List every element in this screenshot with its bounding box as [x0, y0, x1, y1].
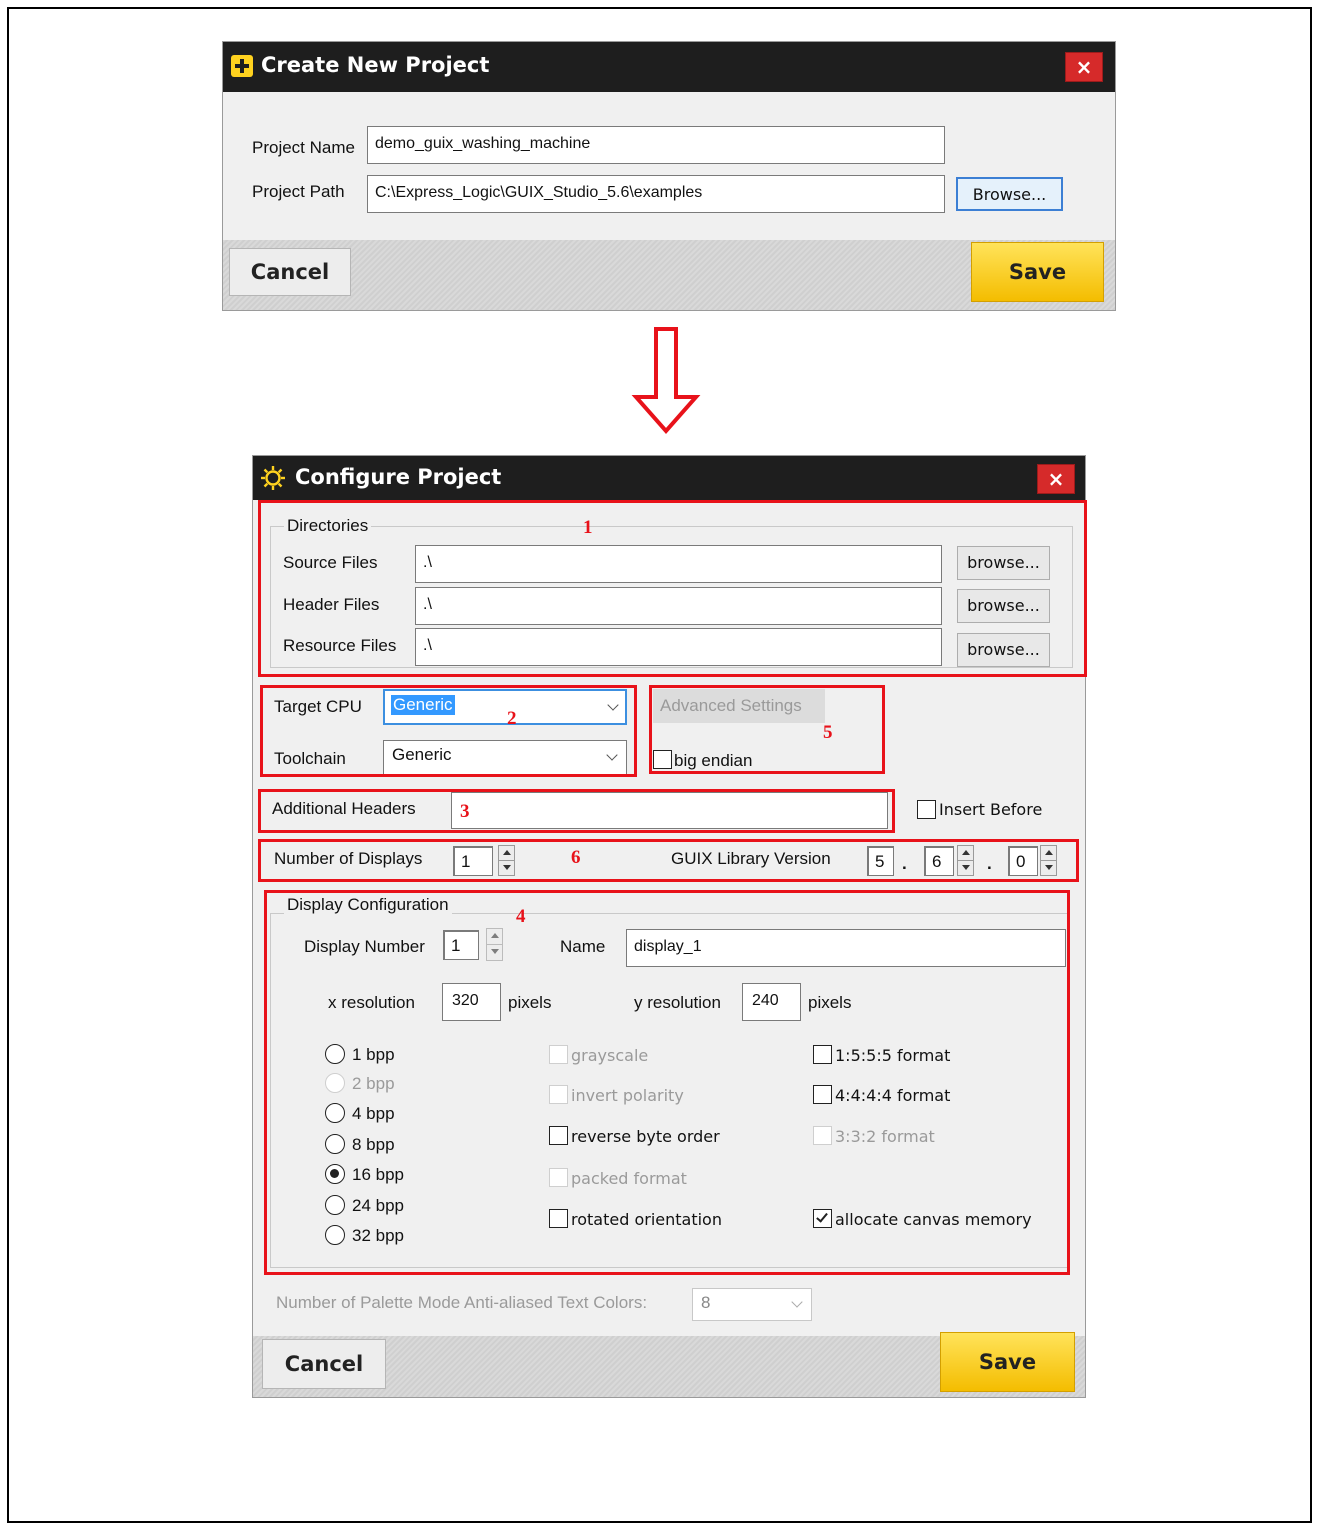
plus-icon [231, 55, 253, 77]
annotation-box-4 [264, 890, 1070, 1275]
annotation-box-3 [258, 789, 895, 833]
annotation-number-3: 3 [460, 801, 470, 822]
configure-dialog-title: Configure Project [295, 465, 502, 489]
configure-dialog-titlebar: Configure Project × [253, 456, 1085, 500]
annotation-number-2: 2 [507, 708, 517, 729]
browse-button[interactable]: Browse... [956, 177, 1063, 211]
create-dialog-title: Create New Project [261, 53, 490, 77]
annotation-box-2 [260, 685, 637, 777]
project-path-label: Project Path [252, 182, 345, 201]
configure-dialog-footer: Cancel Save [253, 1332, 1085, 1397]
annotation-number-1: 1 [583, 517, 593, 538]
annotation-number-4: 4 [516, 906, 526, 927]
close-button[interactable]: × [1065, 52, 1103, 82]
save-button[interactable]: Save [971, 242, 1104, 302]
cancel-button[interactable]: Cancel [229, 248, 351, 296]
project-name-label: Project Name [252, 138, 355, 157]
gear-icon [261, 466, 285, 490]
annotation-number-6: 6 [571, 847, 581, 868]
insert-before-label: Insert Before [939, 800, 1043, 819]
create-project-dialog: Create New Project × Project Name demo_g… [222, 41, 1116, 311]
project-path-field[interactable]: C:\Express_Logic\GUIX_Studio_5.6\example… [367, 175, 945, 213]
configure-project-dialog: Configure Project × Directories Source F… [252, 455, 1087, 1398]
down-arrow-icon [631, 327, 701, 435]
chevron-down-icon [791, 1296, 803, 1308]
palette-colors-label: Number of Palette Mode Anti-aliased Text… [276, 1293, 648, 1312]
insert-before-checkbox[interactable] [917, 800, 936, 819]
annotation-number-5: 5 [823, 722, 833, 743]
annotation-box-1 [258, 500, 1087, 677]
close-button[interactable]: × [1037, 464, 1075, 494]
cancel-button[interactable]: Cancel [262, 1339, 386, 1389]
annotation-box-5 [649, 685, 885, 774]
project-name-field[interactable]: demo_guix_washing_machine [367, 126, 945, 164]
annotation-box-6 [258, 839, 1079, 882]
palette-colors-select[interactable]: 8 [692, 1288, 812, 1321]
create-dialog-titlebar: Create New Project × [223, 42, 1115, 92]
save-button[interactable]: Save [940, 1332, 1075, 1392]
create-dialog-footer: Cancel Save [223, 240, 1115, 310]
palette-colors-value: 8 [701, 1293, 711, 1312]
